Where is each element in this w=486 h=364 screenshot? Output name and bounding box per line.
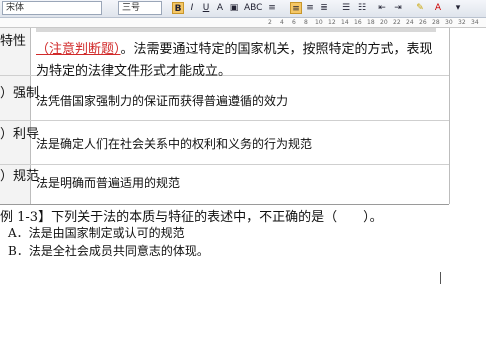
highlight-icon[interactable]: ✎: [414, 2, 426, 14]
option-b: B．法是全社会成员共同意志的体现。: [8, 244, 209, 258]
document-page[interactable]: 特性 ）强制 ）利导 ）规范 （注意判断题）。法需要通过特定的国家机关，按照特定…: [0, 28, 486, 364]
ruler-label: 2: [268, 19, 272, 26]
ruler-label: 26: [419, 19, 427, 26]
ruler-label: 18: [367, 19, 375, 26]
ruler-label: 22: [393, 19, 401, 26]
list-icon[interactable]: ☰: [340, 2, 352, 14]
ruler-label: 14: [341, 19, 349, 26]
emphasis-text: （注意判断题）: [36, 42, 121, 57]
option-a: A．法是由国家制定或认可的规范: [8, 226, 185, 240]
border-icon[interactable]: ▣: [228, 2, 240, 14]
ruler-label: 16: [354, 19, 362, 26]
align-left-icon[interactable]: ≡: [266, 2, 278, 14]
text-cursor: [440, 272, 441, 284]
font-name-select[interactable]: 宋体: [2, 1, 102, 15]
underline-button[interactable]: U: [200, 2, 212, 14]
table-cell: 法是确定人们在社会关系中的权利和义务的行为规范: [36, 137, 313, 151]
justify-icon[interactable]: ≣: [318, 2, 330, 14]
ruler-label: 20: [380, 19, 388, 26]
table-cell-line: 为特定的法律文件形式才能成立。: [36, 64, 232, 79]
table-row-divider: [0, 120, 449, 121]
left-label: ）强制: [0, 86, 40, 101]
row1-text: 。法需要通过特定的国家机关，按照特定的方式，表现: [120, 42, 433, 57]
ruler-label: 34: [471, 19, 479, 26]
left-label: 特性: [0, 34, 27, 49]
align-right-icon[interactable]: ≡: [304, 2, 316, 14]
text-color-icon[interactable]: A: [432, 2, 444, 14]
table-row-divider: [0, 164, 449, 165]
ruler-label: 30: [445, 19, 453, 26]
ruler-label: 4: [280, 19, 284, 26]
table-row-divider: [0, 204, 449, 205]
question-text: 例 1-3】下列关于法的本质与特征的表述中，不正确的是（ ）。: [0, 210, 383, 225]
table-cell: 法凭借国家强制力的保证而获得普遍遵循的效力: [36, 94, 289, 108]
italic-button[interactable]: I: [186, 2, 198, 14]
align-center-icon[interactable]: ≡: [290, 2, 302, 14]
ruler-label: 28: [432, 19, 440, 26]
indent-icon[interactable]: ⇥: [392, 2, 404, 14]
outdent-icon[interactable]: ⇤: [376, 2, 388, 14]
ruler-label: 10: [315, 19, 323, 26]
numbered-list-icon[interactable]: ☷: [356, 2, 368, 14]
cut-off-text-line: [36, 28, 436, 32]
table-border: [449, 28, 450, 204]
ruler-label: 24: [406, 19, 414, 26]
formatting-toolbar: 宋体 三号 B I U A ▣ ABC ≡ ≡ ≡ ≣ ☰ ☷ ⇤ ⇥ ✎ A …: [0, 0, 486, 18]
table-cell: 法是明确而普遍适用的规范: [36, 176, 181, 190]
ruler-label: 32: [458, 19, 466, 26]
table-cell-line: （注意判断题）。法需要通过特定的国家机关，按照特定的方式，表现: [36, 38, 433, 57]
font-size-select[interactable]: 三号: [118, 1, 162, 15]
ab-icon[interactable]: ABC: [244, 2, 262, 14]
left-label: ）利导: [0, 127, 40, 142]
ruler-label: 8: [304, 19, 308, 26]
horizontal-ruler: 2 4 6 8 10 12 14 16 18 20 22 24 26 28 30…: [0, 18, 486, 28]
ruler-label: 12: [328, 19, 336, 26]
left-label: ）规范: [0, 169, 40, 184]
ruler-label: 6: [292, 19, 296, 26]
font-color-button[interactable]: A: [214, 2, 226, 14]
bold-button[interactable]: B: [172, 2, 184, 14]
toolbar-options-icon[interactable]: ▾: [452, 2, 464, 14]
